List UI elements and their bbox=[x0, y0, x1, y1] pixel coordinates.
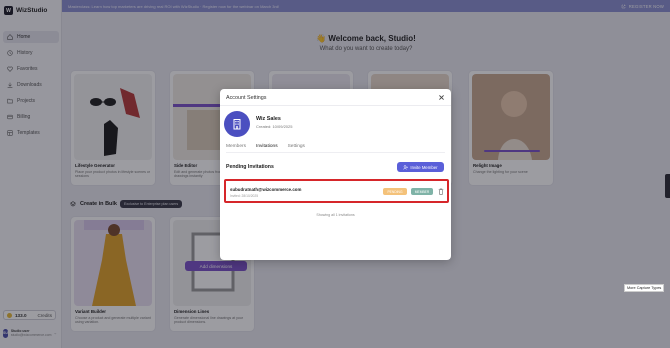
invite-member-button[interactable]: Invite Member bbox=[397, 162, 444, 172]
org-name: Wiz Sales bbox=[256, 116, 281, 122]
modal-title: Account Settings bbox=[226, 95, 267, 101]
invitation-date: Invited: 28/10/2025 bbox=[230, 194, 259, 198]
add-user-icon bbox=[403, 164, 409, 170]
invitations-count: Showing all 1 invitations bbox=[316, 213, 355, 217]
role-badge: MEMBER bbox=[411, 188, 433, 195]
status-badge: PENDING bbox=[383, 188, 407, 195]
building-icon bbox=[233, 119, 241, 130]
invitation-row: subudratnath@wizcommerce.com Invited: 28… bbox=[224, 179, 449, 203]
pending-invitations-title: Pending Invitations bbox=[226, 164, 274, 170]
close-icon[interactable] bbox=[438, 94, 445, 101]
account-settings-modal: Account Settings Wiz Sales Created: 10/0… bbox=[220, 89, 451, 260]
trash-icon[interactable] bbox=[438, 188, 444, 195]
modal-header: Account Settings bbox=[220, 89, 451, 106]
capture-types-tooltip: More Capture Types bbox=[624, 284, 665, 292]
org-created-date: Created: 10/09/2025 bbox=[256, 124, 293, 129]
tabs-divider bbox=[226, 152, 445, 153]
invitation-email: subudratnath@wizcommerce.com bbox=[230, 187, 302, 192]
invite-member-label: Invite Member bbox=[410, 164, 438, 170]
org-logo bbox=[224, 111, 250, 137]
